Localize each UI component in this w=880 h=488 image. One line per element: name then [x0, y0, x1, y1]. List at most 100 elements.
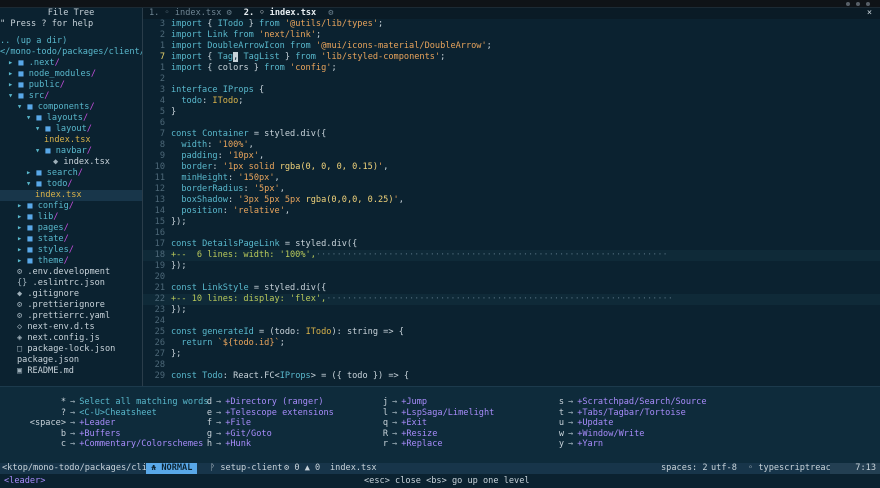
- which-key-item[interactable]: R → +Resize: [380, 429, 494, 440]
- code-line[interactable]: 7 import { Tag, TagList } from 'lib/style…: [143, 52, 880, 63]
- file-tree-row[interactable]: ▾ ■ todo/: [0, 179, 142, 190]
- which-key-item[interactable]: c → +Commentary/Colorschemes: [18, 439, 209, 450]
- code-line[interactable]: 2 import Link from 'next/link';: [143, 30, 880, 41]
- which-key-item[interactable]: g → +Git/Goto: [204, 429, 334, 440]
- code-line[interactable]: 23});: [143, 305, 880, 316]
- chevron-icon[interactable]: ▸: [17, 212, 27, 222]
- which-key-item[interactable]: r → +Replace: [380, 439, 494, 450]
- tab-3[interactable]: ⚙: [322, 8, 339, 19]
- code-line[interactable]: 1 import DoubleArrowIcon from '@mui/icons…: [143, 41, 880, 52]
- which-key-item[interactable]: y → +Yarn: [556, 439, 707, 450]
- which-key-item[interactable]: <space> → +Leader: [18, 418, 209, 429]
- which-key-item[interactable]: j → +Jump: [380, 397, 494, 408]
- chevron-icon[interactable]: ▸: [17, 245, 27, 255]
- file-tree-row[interactable]: ▾ ■ components/: [0, 102, 142, 113]
- code-line[interactable]: 8 width: '100%',: [143, 140, 880, 151]
- file-tree-row[interactable]: ⚙ .prettierignore: [0, 300, 142, 311]
- which-key-item[interactable]: * → Select all matching words: [18, 397, 209, 408]
- file-tree-row[interactable]: index.tsx: [0, 190, 142, 201]
- chevron-icon[interactable]: ▾: [26, 179, 36, 189]
- tab-2[interactable]: 2. ◦ index.tsx: [238, 8, 322, 19]
- file-tree-row[interactable]: ▸ ■ theme/: [0, 256, 142, 267]
- which-key-item[interactable]: f → +File: [204, 418, 334, 429]
- diagnostics[interactable]: ⚙ 0 ▲ 0: [284, 463, 320, 474]
- file-tree-row[interactable]: ▾ ■ layout/: [0, 124, 142, 135]
- command-line[interactable]: <leader> <esc> close <bs> go up one leve…: [0, 474, 880, 488]
- chevron-icon[interactable]: ▸: [17, 223, 27, 233]
- file-tree-row[interactable]: ⚙ .env.development: [0, 267, 142, 278]
- window-dot-icon[interactable]: [856, 2, 860, 6]
- window-dot-icon[interactable]: [846, 2, 850, 6]
- file-tree-row[interactable]: ▣ README.md: [0, 366, 142, 377]
- file-tree-row[interactable]: package.json: [0, 355, 142, 366]
- file-tree-row[interactable]: ◈ next.config.js: [0, 333, 142, 344]
- file-tree-row[interactable]: ◆ index.tsx: [0, 157, 142, 168]
- file-tree-row[interactable]: ◆ .gitignore: [0, 289, 142, 300]
- file-tree-row[interactable]: ▸ ■ config/: [0, 201, 142, 212]
- file-tree-updir[interactable]: .. (up a dir): [0, 36, 142, 47]
- code-line[interactable]: 16: [143, 228, 880, 239]
- file-tree-row[interactable]: index.tsx: [0, 135, 142, 146]
- folded-line[interactable]: 18 +-- 6 lines: width: '100%',···········…: [143, 250, 880, 261]
- code-line[interactable]: 11 minHeight: '150px',: [143, 173, 880, 184]
- chevron-icon[interactable]: ▸: [8, 69, 18, 79]
- code-line[interactable]: 21 const LinkStyle = styled.div({: [143, 283, 880, 294]
- which-key-item[interactable]: s → +Scratchpad/Search/Source: [556, 397, 707, 408]
- code-line[interactable]: 19});: [143, 261, 880, 272]
- which-key-item[interactable]: w → +Window/Write: [556, 429, 707, 440]
- tab-1[interactable]: 1. ◦ index.tsx ⚙: [143, 8, 238, 19]
- file-tree-row[interactable]: ▸ ■ public/: [0, 80, 142, 91]
- file-tree-row[interactable]: ⚙ .prettierrc.yaml: [0, 311, 142, 322]
- chevron-icon[interactable]: ▾: [8, 91, 18, 101]
- which-key-item[interactable]: h → +Hunk: [204, 439, 334, 450]
- file-tree-row[interactable]: ▸ ■ lib/: [0, 212, 142, 223]
- code-line[interactable]: 17 const DetailsPageLink = styled.div({: [143, 239, 880, 250]
- code-line[interactable]: 9 padding: '10px',: [143, 151, 880, 162]
- file-tree-row[interactable]: ▸ ■ search/: [0, 168, 142, 179]
- chevron-icon[interactable]: ▾: [35, 124, 45, 134]
- code-line[interactable]: 6: [143, 118, 880, 129]
- code-line[interactable]: 13 boxShadow: '3px 5px 5px rgba(0,0,0, 0…: [143, 195, 880, 206]
- code-line[interactable]: 7 const Container = styled.div({: [143, 129, 880, 140]
- file-tree-row[interactable]: ▸ ■ .next/: [0, 58, 142, 69]
- code-line[interactable]: 20: [143, 272, 880, 283]
- file-tree-row[interactable]: ▾ ■ layouts/: [0, 113, 142, 124]
- chevron-icon[interactable]: ▸: [8, 80, 18, 90]
- chevron-icon[interactable]: ▸: [17, 201, 27, 211]
- code-line[interactable]: 12 borderRadius: '5px',: [143, 184, 880, 195]
- which-key-item[interactable]: d → +Directory (ranger): [204, 397, 334, 408]
- folded-line[interactable]: 22 +-- 10 lines: display: 'flex',········…: [143, 294, 880, 305]
- file-tree-row[interactable]: □ package-lock.json: [0, 344, 142, 355]
- chevron-icon[interactable]: ▸: [8, 58, 18, 68]
- code-editor[interactable]: 3 import { ITodo } from '@utils/lib/types…: [143, 19, 880, 386]
- code-line[interactable]: 3 import { ITodo } from '@utils/lib/types…: [143, 19, 880, 30]
- code-line[interactable]: 15});: [143, 217, 880, 228]
- file-tree-row[interactable]: ▸ ■ node_modules/: [0, 69, 142, 80]
- code-line[interactable]: 27};: [143, 349, 880, 360]
- code-line[interactable]: 3 interface IProps {: [143, 85, 880, 96]
- file-tree-row[interactable]: ▸ ■ pages/: [0, 223, 142, 234]
- which-key-item[interactable]: ? → <C-U>Cheatsheet: [18, 408, 209, 419]
- code-line[interactable]: 24: [143, 316, 880, 327]
- chevron-icon[interactable]: ▾: [26, 113, 36, 123]
- chevron-icon[interactable]: ▸: [17, 256, 27, 266]
- which-key-item[interactable]: e → +Telescope extensions: [204, 408, 334, 419]
- file-tree-row[interactable]: {} .eslintrc.json: [0, 278, 142, 289]
- code-line[interactable]: 25 const generateId = (todo: ITodo): stri…: [143, 327, 880, 338]
- which-key-item[interactable]: b → +Buffers: [18, 429, 209, 440]
- close-icon[interactable]: ×: [867, 8, 872, 19]
- code-line[interactable]: 29 const Todo: React.FC<IProps> = ({ todo…: [143, 371, 880, 382]
- code-line[interactable]: 4 todo: ITodo;: [143, 96, 880, 107]
- file-tree-row[interactable]: ▾ ■ src/: [0, 91, 142, 102]
- code-line[interactable]: 14 position: 'relative',: [143, 206, 880, 217]
- chevron-icon[interactable]: ▸: [26, 168, 36, 178]
- file-tree-row[interactable]: ▸ ■ styles/: [0, 245, 142, 256]
- file-tree-row[interactable]: ▸ ■ state/: [0, 234, 142, 245]
- chevron-icon[interactable]: ▸: [17, 234, 27, 244]
- which-key-item[interactable]: u → +Update: [556, 418, 707, 429]
- chevron-icon[interactable]: ▾: [17, 102, 27, 112]
- file-tree-row[interactable]: ◇ next-env.d.ts: [0, 322, 142, 333]
- code-line[interactable]: 5}: [143, 107, 880, 118]
- code-line[interactable]: 1 import { colors } from 'config';: [143, 63, 880, 74]
- code-line[interactable]: 2: [143, 74, 880, 85]
